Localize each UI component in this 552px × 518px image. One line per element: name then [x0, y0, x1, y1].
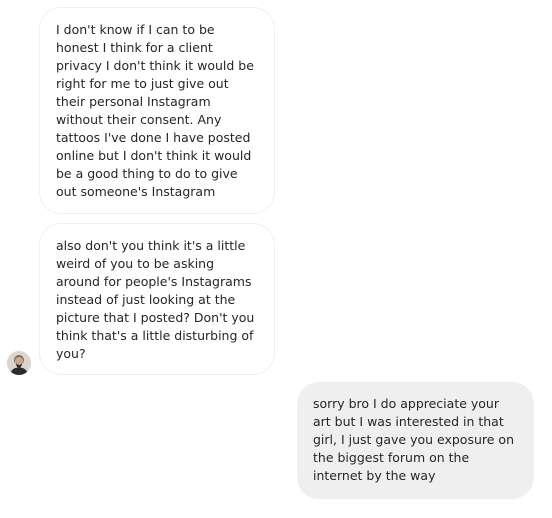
incoming-message-bubble[interactable]: I don't know if I can to be honest I thi… [39, 7, 275, 214]
message-thread: I don't know if I can to be honest I thi… [0, 0, 552, 518]
message-text: also don't you think it's a little weird… [56, 238, 255, 361]
incoming-message-bubble[interactable]: also don't you think it's a little weird… [39, 223, 275, 375]
avatar-image [7, 351, 31, 375]
outgoing-message-bubble[interactable]: sorry bro I do appreciate your art but I… [297, 382, 534, 499]
message-text: I don't know if I can to be honest I thi… [56, 22, 254, 199]
person-avatar-icon[interactable] [7, 351, 31, 375]
message-text: sorry bro I do appreciate your art but I… [313, 396, 514, 483]
